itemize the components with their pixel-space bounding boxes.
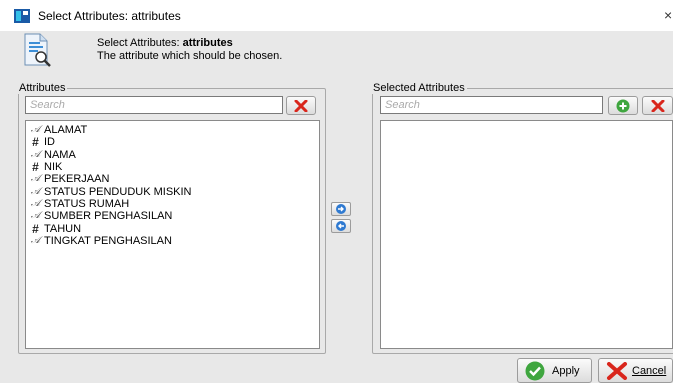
checkmark-icon (525, 361, 545, 380)
cancel-label: Cancel (632, 364, 667, 377)
attribute-label: PEKERJAAN (44, 173, 110, 186)
red-x-icon (651, 99, 664, 112)
numeric-type-icon: # (32, 160, 39, 175)
list-item[interactable]: 𝒜 ALAMAT (26, 124, 319, 136)
numeric-type-icon: # (32, 135, 39, 150)
window-title: Select Attributes: attributes (38, 9, 181, 23)
document-search-icon (24, 33, 51, 67)
selected-attributes-legend: Selected Attributes (373, 82, 465, 94)
attribute-label: NAMA (44, 148, 76, 161)
list-item[interactable]: 𝒜 SUMBER PENGHASILAN (26, 210, 319, 222)
nominal-type-icon: 𝒜 (30, 185, 41, 197)
cancel-button[interactable]: Cancel (598, 358, 673, 383)
clear-selected-button[interactable] (642, 96, 673, 115)
attribute-label: TAHUN (44, 222, 82, 235)
attribute-label: TINGKAT PENGHASILAN (44, 234, 172, 247)
apply-button[interactable]: Apply (517, 358, 592, 383)
list-item[interactable]: 𝒜 NAMA (26, 149, 319, 161)
app-icon (14, 9, 30, 23)
list-item[interactable]: 𝒜 PEKERJAAN (26, 173, 319, 185)
nominal-type-icon: 𝒜 (30, 173, 41, 185)
selected-attributes-list[interactable] (380, 120, 673, 349)
list-item[interactable]: # ID (26, 136, 319, 148)
arrow-left-icon (336, 221, 346, 231)
nominal-type-icon: 𝒜 (30, 210, 41, 222)
attribute-label: STATUS RUMAH (44, 197, 130, 210)
attribute-label: STATUS PENDUDUK MISKIN (44, 185, 192, 198)
attribute-label: ALAMAT (44, 124, 88, 137)
attribute-label: ID (44, 136, 55, 149)
cancel-x-icon (607, 361, 627, 380)
list-item[interactable]: 𝒜 STATUS RUMAH (26, 198, 319, 210)
attributes-legend: Attributes (19, 82, 66, 94)
nominal-type-icon: 𝒜 (30, 124, 41, 136)
list-item[interactable]: # NIK (26, 161, 319, 173)
clear-search-button[interactable] (286, 96, 316, 115)
header-title: Select Attributes: attributes (97, 37, 233, 49)
attribute-label: NIK (44, 161, 63, 174)
nominal-type-icon: 𝒜 (30, 148, 41, 160)
red-x-icon (294, 99, 308, 112)
dialog-header: Select Attributes: attributes The attrib… (0, 31, 673, 79)
attributes-search-input[interactable]: Search (25, 96, 283, 114)
nominal-type-icon: 𝒜 (30, 197, 41, 209)
selected-search-input[interactable]: Search (380, 96, 603, 114)
header-description: The attribute which should be chosen. (97, 50, 283, 62)
move-left-button[interactable] (331, 219, 351, 233)
attribute-label: SUMBER PENGHASILAN (44, 210, 173, 223)
list-item[interactable]: # TAHUN (26, 221, 319, 236)
add-button[interactable] (608, 96, 638, 115)
arrow-right-icon (336, 204, 346, 214)
green-plus-icon (616, 99, 630, 112)
close-icon[interactable]: × (664, 7, 672, 23)
attributes-list[interactable]: 𝒜 ALAMAT # ID 𝒜 NAMA # NIK 𝒜 PEKERJAAN 𝒜 STATUS PEN… (25, 120, 320, 349)
list-item[interactable]: 𝒜 TINGKAT PENGHASILAN (26, 235, 319, 247)
list-item[interactable]: 𝒜 STATUS PENDUDUK MISKIN (26, 185, 319, 198)
apply-label: Apply (552, 364, 580, 377)
numeric-type-icon: # (32, 221, 39, 236)
move-right-button[interactable] (331, 202, 351, 216)
nominal-type-icon: 𝒜 (30, 234, 41, 246)
title-bar: Select Attributes: attributes × (0, 0, 673, 31)
